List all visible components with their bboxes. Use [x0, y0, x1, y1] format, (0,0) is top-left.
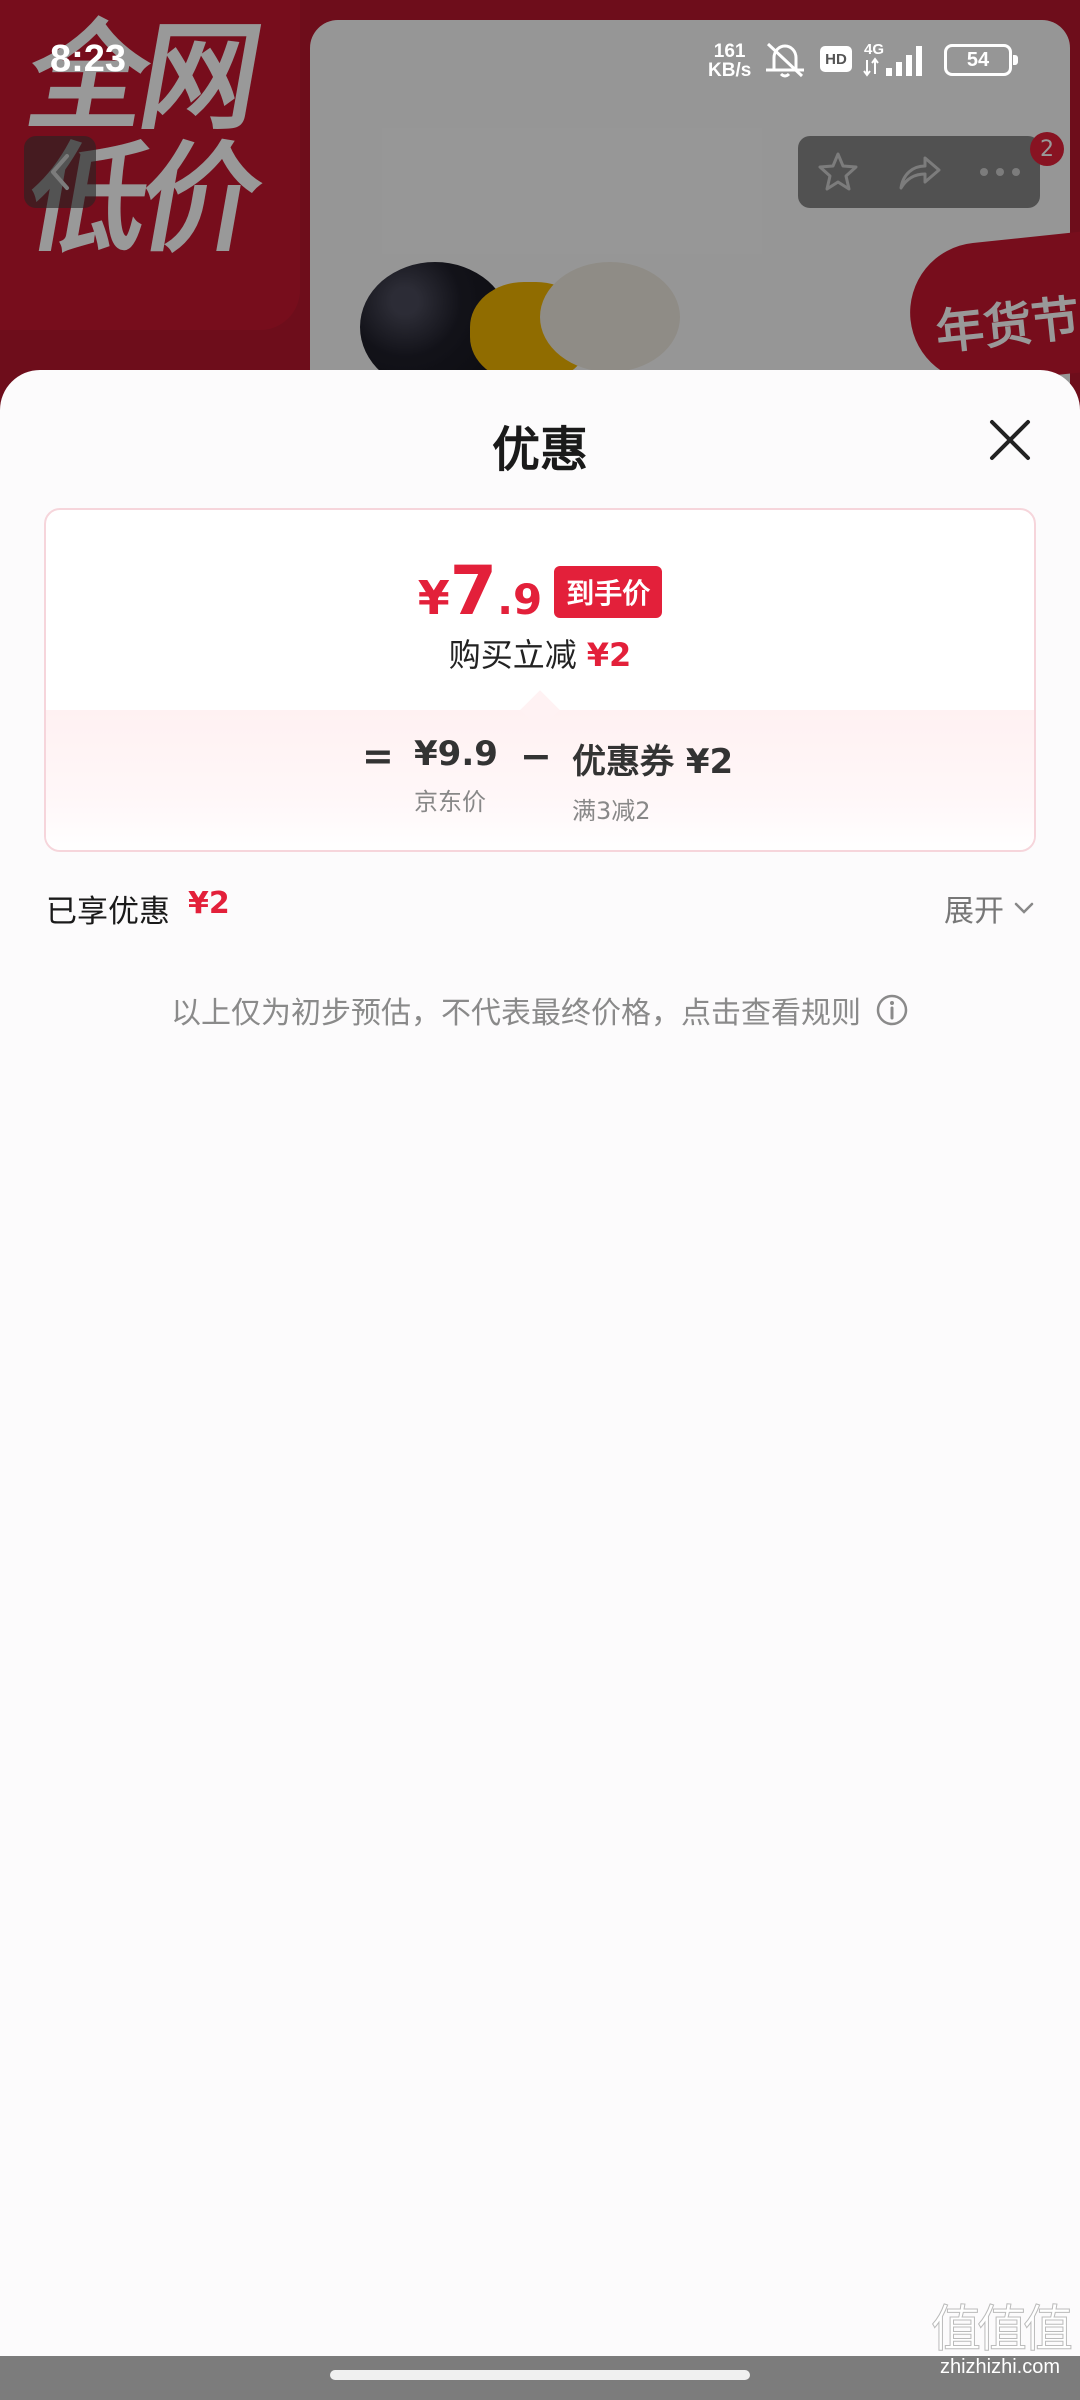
instant-discount-label: 购买立减 [448, 636, 577, 674]
status-bar: 8:23 161 KB/s HD 4G 54 [0, 0, 1080, 120]
network-rate-unit: KB/s [708, 60, 752, 81]
network-rate: 161 KB/s [708, 42, 751, 80]
final-price-badge: 到手价 [554, 566, 663, 618]
coupon-rule: 满3减2 [572, 797, 651, 825]
home-indicator[interactable] [330, 2370, 750, 2380]
close-button[interactable] [980, 410, 1040, 470]
jd-price-label: 京东价 [414, 788, 486, 816]
hd-icon: HD [820, 46, 852, 72]
final-price: ¥ 7 .9 [418, 558, 543, 626]
instant-discount-amount: ¥2 [586, 636, 632, 674]
final-price-row: ¥ 7 .9 到手价 [46, 558, 1034, 626]
enjoyed-discount-row: 已享优惠 ¥2 展开 [46, 882, 1036, 932]
watermark-logo: 值值值 [931, 2300, 1074, 2358]
status-time: 8:23 [50, 38, 127, 80]
info-icon [876, 994, 908, 1026]
watermark: 值值值 zhizhizhi.com [925, 2302, 1075, 2379]
price-breakdown: = ¥9.9 京东价 − 优惠券 ¥2 满3减2 [46, 710, 1034, 850]
final-price-integer: 7 [449, 552, 498, 631]
network-type: 4G [864, 41, 884, 58]
expand-label: 展开 [944, 894, 1004, 929]
discount-sheet: 优惠 ¥ 7 .9 到手价 购买立减 ¥2 = ¥9.9 京东价 − 优惠券 ¥2 [0, 370, 1080, 2400]
expand-button[interactable]: 展开 [944, 886, 1036, 930]
final-price-currency: ¥ [417, 571, 450, 625]
signal-icon: 4G [863, 41, 922, 77]
instant-discount: 购买立减 ¥2 [46, 630, 1034, 676]
coupon: 优惠券 ¥2 满3减2 [572, 734, 733, 826]
close-icon [990, 420, 1030, 460]
final-price-decimal: .9 [497, 575, 543, 624]
price-card: ¥ 7 .9 到手价 购买立减 ¥2 = ¥9.9 京东价 − 优惠券 ¥2 满3… [44, 508, 1036, 852]
rules-link[interactable]: 以上仅为初步预估，不代表最终价格，点击查看规则 [0, 988, 1080, 1032]
network-rate-value: 161 [713, 41, 746, 62]
equals-sign: = [362, 734, 394, 778]
jd-price: ¥9.9 京东价 [414, 734, 498, 817]
coupon-value: 优惠券 ¥2 [572, 742, 734, 782]
mute-bell-icon [766, 42, 804, 78]
minus-sign: − [520, 734, 552, 778]
battery-icon: 54 [944, 44, 1018, 76]
chevron-down-icon [1014, 902, 1034, 914]
disclaimer-text: 以上仅为初步预估，不代表最终价格，点击查看规则 [171, 996, 861, 1031]
sheet-title: 优惠 [491, 422, 588, 478]
watermark-site: zhizhizhi.com [939, 2356, 1061, 2378]
enjoyed-discount-label: 已享优惠 [46, 894, 170, 930]
jd-price-value: ¥9.9 [414, 734, 498, 774]
enjoyed-discount-amount: ¥2 [188, 886, 230, 921]
